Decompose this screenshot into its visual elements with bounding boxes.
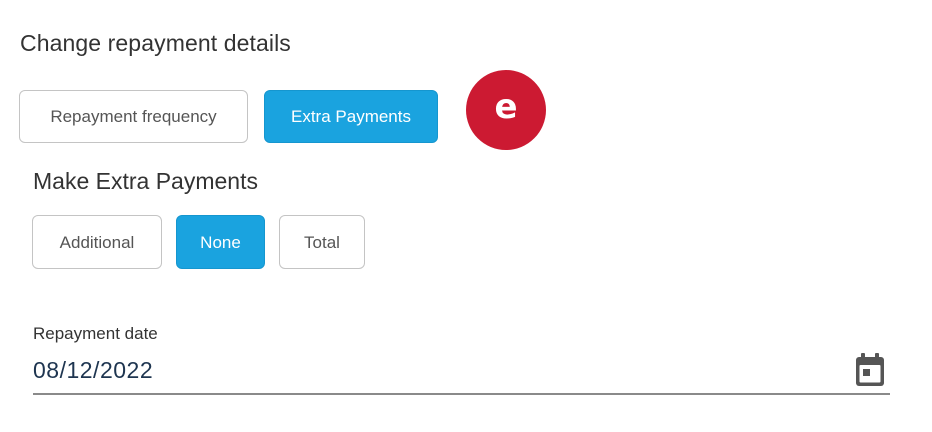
extra-payments-title: Make Extra Payments: [33, 168, 258, 194]
change-repayment-panel: Change repayment details Repayment frequ…: [0, 0, 932, 432]
tab-extra-payments[interactable]: Extra Payments: [264, 90, 438, 143]
repayment-date-input[interactable]: 08/12/2022: [33, 355, 153, 385]
step-badge: e: [466, 70, 546, 150]
repayment-date-label: Repayment date: [33, 324, 158, 343]
page-title: Change repayment details: [20, 30, 291, 56]
option-total-button[interactable]: Total: [279, 215, 365, 269]
calendar-icon[interactable]: [853, 352, 887, 388]
option-additional-button[interactable]: Additional: [32, 215, 162, 269]
date-field-underline: [33, 393, 890, 395]
option-none-button[interactable]: None: [176, 215, 265, 269]
tab-repayment-frequency[interactable]: Repayment frequency: [19, 90, 248, 143]
